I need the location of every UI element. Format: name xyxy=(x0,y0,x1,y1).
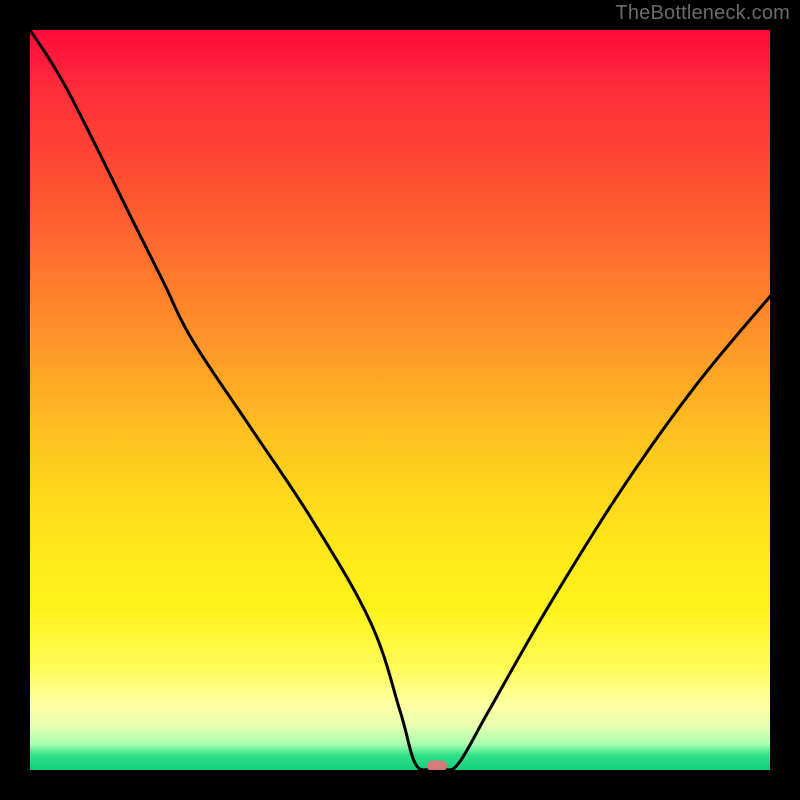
plot-area xyxy=(30,30,770,770)
watermark-text: TheBottleneck.com xyxy=(615,2,790,25)
optimal-point-marker xyxy=(427,761,447,770)
bottleneck-curve-path xyxy=(30,30,770,770)
curve-svg xyxy=(30,30,770,770)
chart-frame: TheBottleneck.com xyxy=(0,0,800,800)
